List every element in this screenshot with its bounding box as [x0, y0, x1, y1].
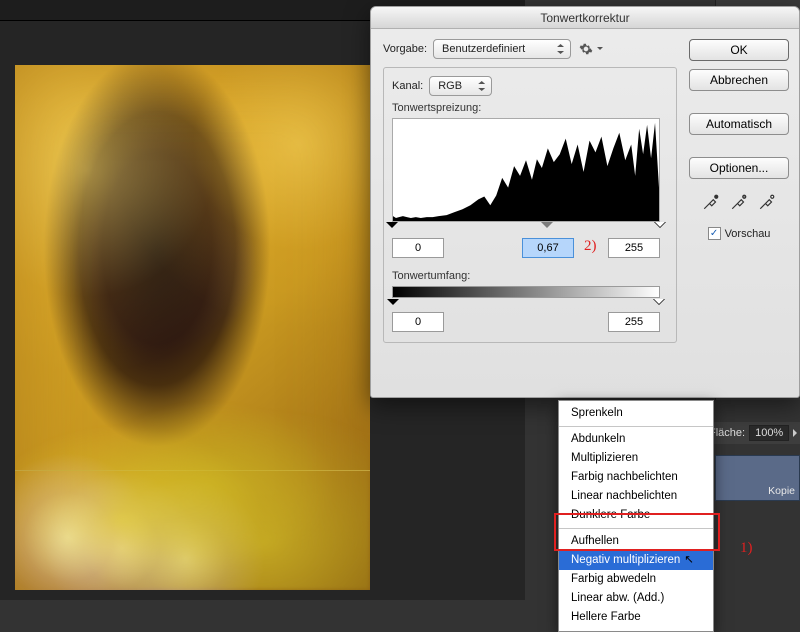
- auto-button[interactable]: Automatisch: [689, 113, 789, 135]
- preset-select[interactable]: Benutzerdefiniert: [433, 39, 571, 59]
- eyedropper-gray-icon[interactable]: [730, 193, 748, 211]
- document-preview[interactable]: [15, 65, 370, 590]
- channel-select[interactable]: RGB: [429, 76, 492, 96]
- fill-opacity-row[interactable]: Fläche: 100%: [705, 422, 800, 444]
- menu-separator: [559, 426, 713, 427]
- eyedropper-black-icon[interactable]: [702, 193, 720, 211]
- levels-fieldset: Kanal: RGB Tonwertspreizung:: [383, 67, 677, 343]
- histogram[interactable]: [392, 118, 660, 222]
- eyedropper-white-icon[interactable]: [758, 193, 776, 211]
- white-point-slider[interactable]: [654, 222, 666, 234]
- blend-item[interactable]: Hellere Farbe: [559, 608, 713, 627]
- gray-point-input[interactable]: [522, 238, 574, 258]
- checkbox-icon[interactable]: ✓: [708, 227, 721, 240]
- white-point-input[interactable]: [608, 238, 660, 258]
- blend-item[interactable]: Farbig abwedeln: [559, 570, 713, 589]
- annotation-step2: 2): [584, 238, 597, 255]
- eyedropper-group: [702, 193, 776, 211]
- layer-thumbnail[interactable]: Kopie: [715, 455, 800, 501]
- blend-item[interactable]: Linear abw. (Add.): [559, 589, 713, 608]
- output-black-input[interactable]: [392, 312, 444, 332]
- annotation-box-1: [554, 513, 720, 551]
- blend-item[interactable]: Farbig nachbelichten: [559, 468, 713, 487]
- options-button[interactable]: Optionen...: [689, 157, 789, 179]
- fill-label: Fläche:: [709, 427, 745, 439]
- layer-name: Kopie: [768, 485, 795, 497]
- black-point-slider[interactable]: [386, 222, 398, 234]
- preview-label: Vorschau: [725, 228, 771, 240]
- ok-button[interactable]: OK: [689, 39, 789, 61]
- black-point-input[interactable]: [392, 238, 444, 258]
- preview-checkbox-row[interactable]: ✓ Vorschau: [708, 227, 771, 240]
- levels-dialog: Tonwertkorrektur Vorgabe: Benutzerdefini…: [370, 6, 800, 398]
- blend-item[interactable]: Sprenkeln: [559, 404, 713, 423]
- gray-point-slider[interactable]: [541, 222, 553, 234]
- blend-item[interactable]: Linear nachbelichten: [559, 487, 713, 506]
- output-white-slider[interactable]: [653, 299, 665, 311]
- cancel-button[interactable]: Abbrechen: [689, 69, 789, 91]
- output-black-slider[interactable]: [387, 299, 399, 311]
- preset-label: Vorgabe:: [383, 43, 427, 55]
- output-gradient[interactable]: [392, 286, 660, 298]
- channel-label: Kanal:: [392, 80, 423, 92]
- input-slider-track[interactable]: [392, 222, 660, 236]
- blend-item-highlighted[interactable]: Negativ multiplizieren: [559, 551, 713, 570]
- blend-item[interactable]: Abdunkeln: [559, 430, 713, 449]
- dialog-title: Tonwertkorrektur: [371, 7, 799, 29]
- fill-value[interactable]: 100%: [749, 425, 789, 441]
- foliage-bokeh: [15, 354, 370, 590]
- annotation-step1: 1): [740, 540, 753, 557]
- output-white-input[interactable]: [608, 312, 660, 332]
- input-levels-label: Tonwertspreizung:: [392, 102, 668, 114]
- chevron-right-icon[interactable]: [793, 429, 800, 437]
- output-levels-label: Tonwertumfang:: [392, 270, 668, 282]
- blend-item[interactable]: Multiplizieren: [559, 449, 713, 468]
- gear-icon[interactable]: [577, 40, 595, 58]
